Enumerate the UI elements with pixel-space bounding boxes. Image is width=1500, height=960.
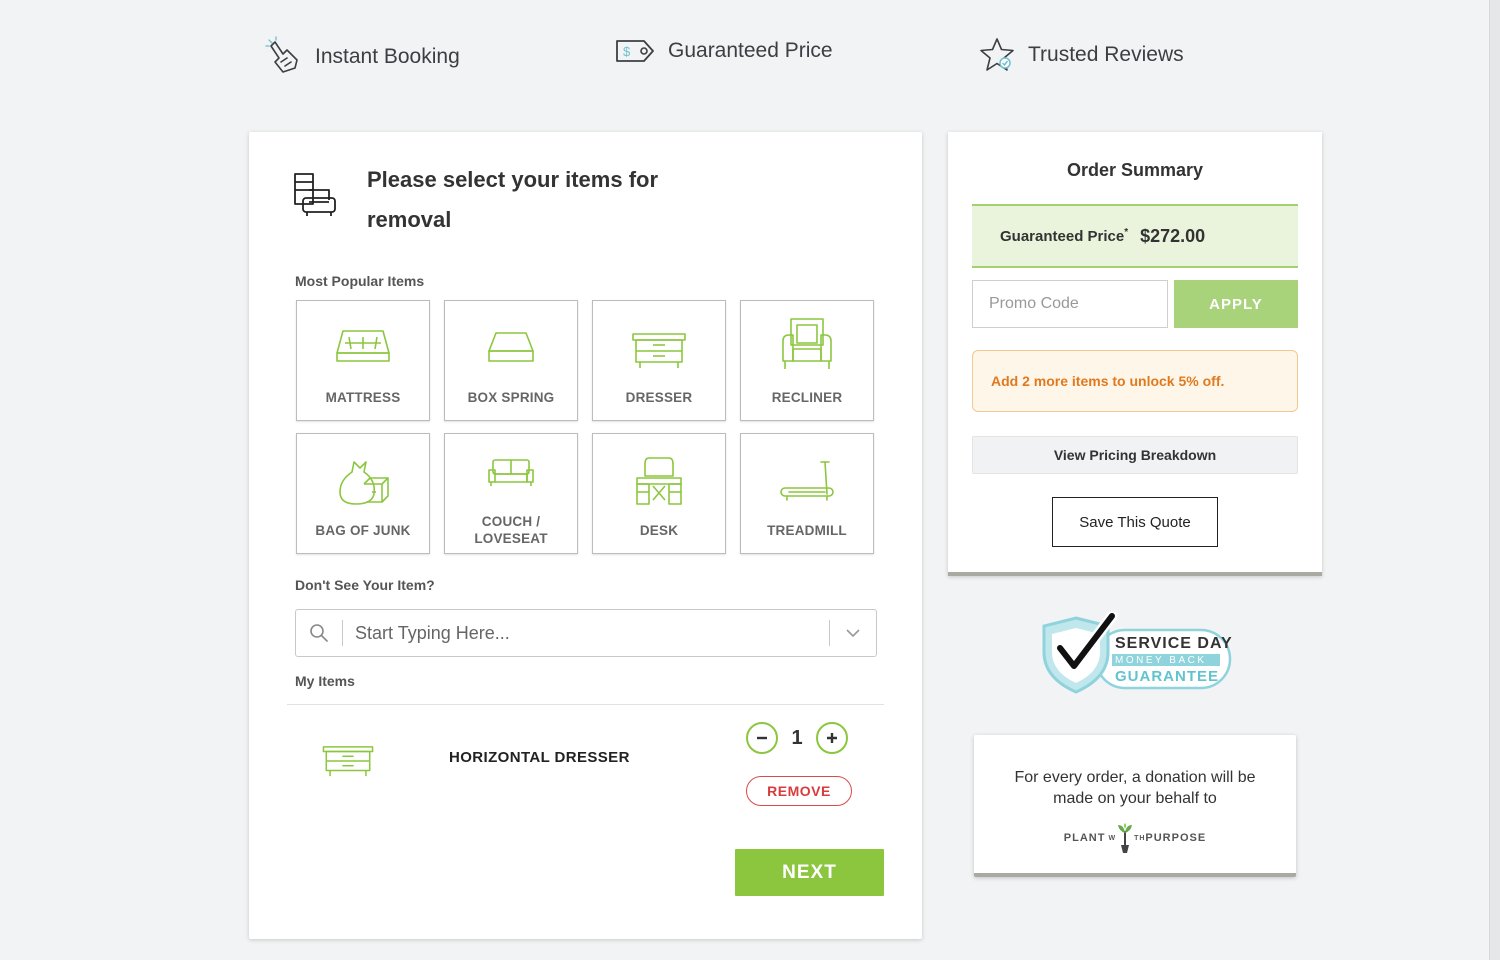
price-tag-icon: $ xyxy=(616,40,654,62)
item-selection-card: Please select your items for removal Mos… xyxy=(249,132,922,939)
item-tile-label: BAG OF JUNK xyxy=(315,523,411,538)
guaranteed-price-label: Guaranteed Price* xyxy=(1000,227,1129,245)
item-tile-label: DRESSER xyxy=(625,390,693,405)
item-tile-label: DESK xyxy=(639,523,679,538)
minus-icon xyxy=(757,736,767,740)
star-check-icon xyxy=(980,38,1014,71)
item-tile-couch[interactable]: COUCH / LOVESEAT xyxy=(444,433,578,554)
feature-label: Instant Booking xyxy=(315,45,460,68)
box-spring-icon xyxy=(488,332,534,362)
dresser-icon xyxy=(632,333,686,368)
plus-icon xyxy=(827,733,837,743)
donation-text: For every order, a donation will be made… xyxy=(1014,769,1256,807)
plant-with-purpose-logo: PLANT W TH PURPOSE xyxy=(974,823,1296,853)
sprout-icon xyxy=(1118,823,1133,853)
item-tile-label: RECLINER xyxy=(771,390,843,405)
item-tile-label: BOX SPRING xyxy=(467,390,555,405)
remove-item-button[interactable]: REMOVE xyxy=(746,776,852,806)
my-items-divider xyxy=(287,704,884,705)
item-tile-label: COUCH / LOVESEAT xyxy=(474,514,548,546)
hand-tap-icon xyxy=(265,36,298,73)
item-search-combobox[interactable] xyxy=(295,609,877,657)
order-summary-title: Order Summary xyxy=(1066,160,1204,180)
feature-label: Guaranteed Price xyxy=(668,39,833,62)
feature-trusted-reviews: Trusted Reviews xyxy=(978,36,1184,74)
quantity-stepper: 1 xyxy=(746,722,848,754)
feature-strip: Instant Booking $ Guaranteed Price Trust… xyxy=(0,36,1500,86)
popular-items-label: Most Popular Items xyxy=(295,273,425,289)
item-tile-dresser[interactable]: DRESSER xyxy=(592,300,726,421)
popular-items-grid: MATTRESS BOX SPRING DRESSER RECLINER BAG… xyxy=(296,300,876,554)
page-title: Please select your items for removal xyxy=(367,167,659,232)
view-pricing-breakdown-button[interactable]: View Pricing Breakdown xyxy=(972,436,1298,474)
search-label: Don't See Your Item? xyxy=(295,577,435,593)
my-items-label: My Items xyxy=(295,673,355,689)
my-item-name: HORIZONTAL DRESSER xyxy=(449,749,630,766)
svg-text:$: $ xyxy=(623,44,631,59)
item-tile-label: TREADMILL xyxy=(767,523,847,538)
item-tile-box-spring[interactable]: BOX SPRING xyxy=(444,300,578,421)
item-tile-recliner[interactable]: RECLINER xyxy=(740,300,874,421)
search-icon xyxy=(296,623,342,643)
treadmill-icon xyxy=(780,461,834,501)
next-button[interactable]: NEXT xyxy=(735,849,884,896)
item-tile-mattress[interactable]: MATTRESS xyxy=(296,300,430,421)
chevron-down-icon[interactable] xyxy=(830,628,876,638)
badge-line-3: GUARANTEE xyxy=(1115,668,1220,685)
decrease-quantity-button[interactable] xyxy=(746,722,778,754)
apply-promo-button[interactable]: APPLY xyxy=(1174,280,1298,328)
order-summary-card: Order Summary Guaranteed Price* $272.00 … xyxy=(948,132,1322,576)
feature-label: Trusted Reviews xyxy=(1028,43,1184,66)
mattress-icon xyxy=(336,330,390,362)
badge-line-2: MONEY BACK xyxy=(1115,655,1207,666)
save-quote-button[interactable]: Save This Quote xyxy=(1052,497,1218,547)
feature-instant-booking: Instant Booking xyxy=(265,36,460,78)
item-tile-treadmill[interactable]: TREADMILL xyxy=(740,433,874,554)
guaranteed-price-box: Guaranteed Price* $272.00 xyxy=(972,204,1298,268)
scrollbar-track[interactable] xyxy=(1489,0,1500,960)
badge-line-1: SERVICE DAY xyxy=(1115,635,1233,652)
item-tile-bag-of-junk[interactable]: BAG OF JUNK xyxy=(296,433,430,554)
item-tile-label: MATTRESS xyxy=(325,390,401,405)
couch-icon xyxy=(488,459,534,486)
promo-code-input[interactable] xyxy=(972,280,1168,328)
guaranteed-price-value: $272.00 xyxy=(1140,225,1206,246)
junk-bag-icon xyxy=(339,461,389,505)
card-header: Please select your items for removal xyxy=(293,160,687,240)
recliner-icon xyxy=(782,318,832,369)
quantity-value: 1 xyxy=(791,726,803,749)
search-input[interactable] xyxy=(343,622,829,644)
promo-unlock-notice: Add 2 more items to unlock 5% off. xyxy=(972,350,1298,412)
item-tile-desk[interactable]: DESK xyxy=(592,433,726,554)
increase-quantity-button[interactable] xyxy=(816,722,848,754)
feature-guaranteed-price: $ Guaranteed Price xyxy=(614,36,833,66)
desk-icon xyxy=(636,457,682,505)
furniture-icon xyxy=(294,173,336,216)
dresser-icon xyxy=(322,746,374,777)
donation-card: For every order, a donation will be made… xyxy=(974,735,1296,877)
